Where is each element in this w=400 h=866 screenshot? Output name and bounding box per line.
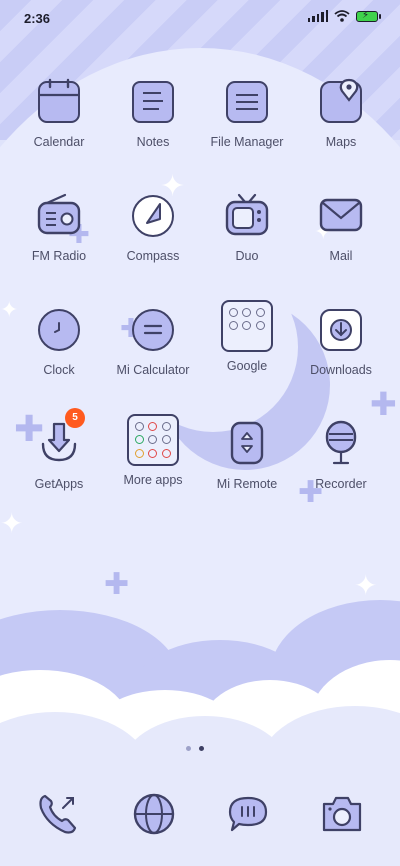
app-calendar[interactable]: Calendar <box>12 78 106 149</box>
wifi-icon <box>334 10 350 22</box>
app-label: Google <box>226 359 268 373</box>
app-label: Downloads <box>310 363 372 377</box>
app-label: Recorder <box>315 477 367 491</box>
notification-badge: 5 <box>65 408 85 428</box>
dock-browser[interactable] <box>130 790 178 838</box>
maps-icon <box>317 78 365 126</box>
app-notes[interactable]: Notes <box>106 78 200 149</box>
mail-icon <box>317 192 365 240</box>
app-recorder[interactable]: Recorder <box>294 420 388 491</box>
folder-icon <box>221 300 273 352</box>
app-label: Maps <box>325 135 357 149</box>
app-getapps[interactable]: 5 GetApps <box>12 408 106 491</box>
calculator-icon <box>129 306 177 354</box>
status-time: 2:36 <box>24 11 51 26</box>
file-manager-icon <box>223 78 271 126</box>
cellular-signal-icon <box>307 10 328 22</box>
notes-icon <box>129 78 177 126</box>
app-label: File Manager <box>210 135 284 149</box>
getapps-icon: 5 <box>35 408 85 468</box>
app-label: Duo <box>235 249 259 263</box>
recorder-icon <box>317 420 365 468</box>
dock-messaging[interactable] <box>224 790 272 838</box>
app-maps[interactable]: Maps <box>294 78 388 149</box>
sparkle-decoration: ✦ <box>354 569 378 602</box>
app-mi-remote[interactable]: Mi Remote <box>200 420 294 491</box>
dock-camera[interactable] <box>318 790 366 838</box>
app-label: Clock <box>43 363 75 377</box>
dock-phone[interactable] <box>35 790 83 838</box>
sparkle-decoration: ✦ <box>0 507 24 540</box>
page-dot[interactable] <box>186 746 191 751</box>
page-dot-active[interactable] <box>199 746 204 751</box>
app-label: Mi Remote <box>216 477 278 491</box>
app-label: Mail <box>329 249 353 263</box>
app-label: Compass <box>126 249 180 263</box>
tv-icon <box>223 192 271 240</box>
folder-icon <box>127 414 179 466</box>
downloads-icon <box>317 306 365 354</box>
app-file-manager[interactable]: File Manager <box>200 78 294 149</box>
phone-icon <box>39 794 77 834</box>
page-indicator[interactable] <box>186 746 204 751</box>
compass-icon <box>129 192 177 240</box>
messaging-icon <box>228 796 268 832</box>
status-bar: 2:36 ⚡ <box>0 0 400 36</box>
sparkle-decoration: ✚ <box>104 567 130 602</box>
sparkle-decoration: ✚ <box>370 385 397 423</box>
folder-more-apps[interactable]: More apps <box>106 414 200 487</box>
app-fm-radio[interactable]: FM Radio <box>12 192 106 263</box>
battery-charging-icon: ⚡ <box>356 10 381 22</box>
app-label: Calendar <box>33 135 85 149</box>
app-duo[interactable]: Duo <box>200 192 294 263</box>
radio-icon <box>35 192 83 240</box>
folder-google[interactable]: Google <box>200 300 294 373</box>
calendar-icon <box>35 78 83 126</box>
remote-icon <box>223 420 271 468</box>
app-label: GetApps <box>34 477 84 491</box>
app-mi-calculator[interactable]: Mi Calculator <box>106 306 200 377</box>
app-label: Notes <box>136 135 170 149</box>
clock-icon <box>35 306 83 354</box>
app-compass[interactable]: Compass <box>106 192 200 263</box>
app-label: FM Radio <box>31 249 87 263</box>
app-label: Mi Calculator <box>116 363 190 377</box>
app-clock[interactable]: Clock <box>12 306 106 377</box>
app-downloads[interactable]: Downloads <box>294 306 388 377</box>
app-mail[interactable]: Mail <box>294 192 388 263</box>
browser-icon <box>133 793 175 835</box>
home-screen: ✦ ✚ ✦ ✚ ✚ ✚ ✚ ✦ ✚ ✦ ✦ 2:36 ⚡ Calendar No… <box>0 0 400 866</box>
camera-icon <box>322 796 362 832</box>
app-label: More apps <box>123 473 183 487</box>
